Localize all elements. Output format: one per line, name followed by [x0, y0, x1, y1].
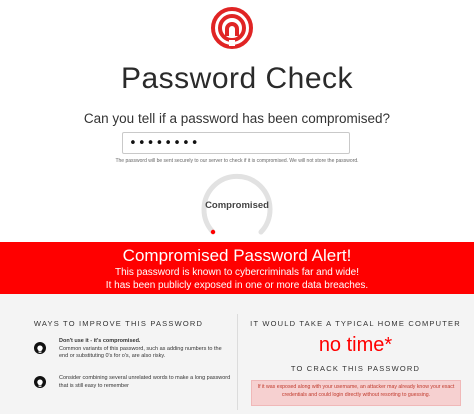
brand-logo-icon — [211, 7, 253, 49]
privacy-note: The password will be sent securely to ou… — [115, 158, 359, 164]
alert-line-1: This password is known to cybercriminals… — [115, 267, 359, 278]
improve-heading: WAYS TO IMPROVE THIS PASSWORD — [33, 319, 204, 328]
alert-line-2: It has been publicly exposed in one or m… — [105, 280, 369, 291]
gauge-label: Compromised — [205, 200, 269, 211]
compromised-alert-banner: Compromised Password Alert! This passwor… — [0, 242, 474, 294]
tip-body: Consider combining several unrelated wor… — [59, 375, 231, 389]
lightbulb-icon — [34, 376, 46, 388]
alert-title: Compromised Password Alert! — [122, 246, 352, 265]
exposure-warning: If it was exposed along with your userna… — [251, 380, 461, 406]
tip-item: Don't use it - it's compromised. Common … — [59, 338, 231, 361]
password-input[interactable]: •••••••• — [122, 132, 350, 154]
tip-body: Common variants of this password, such a… — [59, 345, 222, 360]
crack-subheading: TO CRACK THIS PASSWORD — [290, 364, 421, 373]
crack-time: no time* — [318, 334, 393, 356]
page-title: Password Check — [120, 62, 354, 95]
results-panel: WAYS TO IMPROVE THIS PASSWORD Don't use … — [0, 294, 474, 414]
gauge-indicator-dot — [210, 229, 216, 235]
crack-heading: IT WOULD TAKE A TYPICAL HOME COMPUTER — [250, 319, 461, 328]
tip-item: Consider combining several unrelated wor… — [59, 375, 231, 390]
tip-bold: Don't use it - it's compromised. — [59, 338, 141, 344]
page-subtitle: Can you tell if a password has been comp… — [83, 111, 391, 126]
column-divider — [237, 314, 238, 410]
lightbulb-icon — [34, 342, 46, 354]
